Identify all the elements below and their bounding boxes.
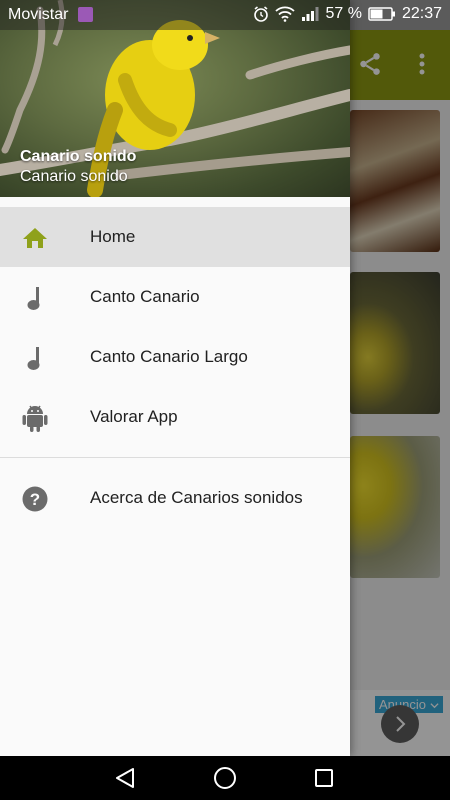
- drawer-item-label: Canto Canario: [90, 287, 200, 306]
- music-note-icon: [21, 284, 49, 312]
- home-icon: [21, 224, 49, 252]
- clock: 22:37: [401, 5, 442, 22]
- status-icons: 57 % 22:37: [253, 5, 442, 23]
- battery-percent: 57 %: [325, 5, 362, 22]
- home-circle-icon: [214, 767, 236, 789]
- drawer-item-valorar-app[interactable]: Valorar App: [0, 387, 350, 447]
- drawer-item-label: Canto Canario Largo: [90, 347, 248, 366]
- recent-square-icon: [315, 769, 333, 787]
- alarm-icon: [254, 6, 269, 22]
- notification-icon: [78, 7, 93, 22]
- drawer-item-canto-canario[interactable]: Canto Canario: [0, 267, 350, 327]
- battery-icon: [368, 7, 395, 21]
- music-note-icon: [21, 344, 49, 372]
- status-bar: Movistar 57 % 22:37: [0, 0, 450, 30]
- drawer-item-canto-canario-largo[interactable]: Canto Canario Largo: [0, 327, 350, 387]
- signal-icon: [302, 7, 319, 21]
- drawer-divider: [0, 457, 350, 458]
- system-nav-bar: [0, 756, 450, 800]
- back-button[interactable]: [110, 764, 140, 792]
- svg-text:?: ?: [30, 490, 40, 509]
- drawer-header-subtitle: Canario sonido: [20, 168, 128, 185]
- drawer-item-label: Home: [90, 227, 136, 246]
- carrier-name: Movistar: [8, 6, 69, 23]
- wifi-icon: [275, 6, 296, 22]
- drawer-item-label: Acerca de Canarios sonidos: [90, 488, 303, 507]
- drawer-scrim[interactable]: [350, 0, 450, 756]
- drawer-header-text: Canario sonido Canario sonido: [20, 147, 136, 187]
- drawer-item-home[interactable]: Home: [0, 207, 350, 267]
- back-triangle-icon: [116, 768, 134, 788]
- android-icon: [21, 404, 49, 432]
- home-button[interactable]: [210, 764, 240, 792]
- drawer-header-title: Canario sonido: [20, 148, 137, 165]
- help-icon: ?: [21, 485, 49, 513]
- navigation-drawer: Canario sonido Canario sonido Home Canto…: [0, 0, 350, 756]
- recent-apps-button[interactable]: [309, 764, 339, 792]
- drawer-item-acerca-de[interactable]: ? Acerca de Canarios sonidos: [0, 468, 350, 528]
- drawer-item-label: Valorar App: [90, 407, 178, 426]
- drawer-menu: Home Canto Canario Canto Canario Largo V…: [0, 207, 350, 528]
